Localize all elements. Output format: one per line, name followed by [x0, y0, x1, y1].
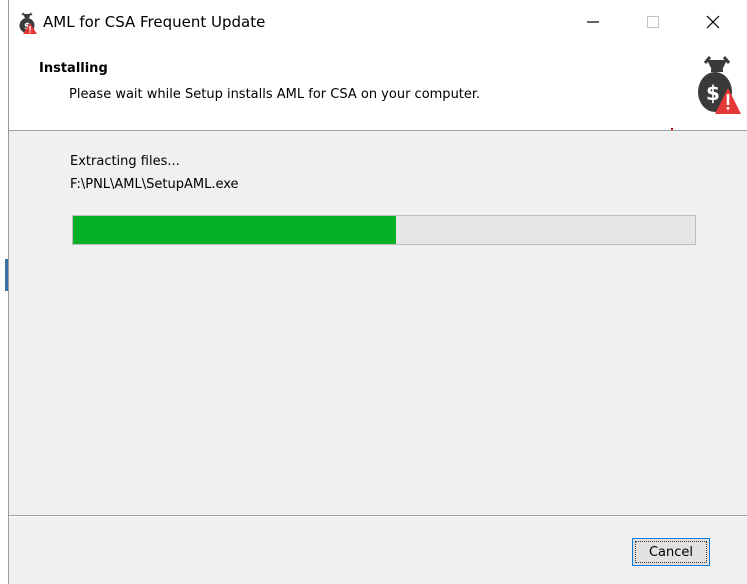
- money-bag-warning-icon: $: [693, 54, 741, 118]
- title-bar[interactable]: $ AML for CSA Frequent Update: [9, 0, 747, 46]
- close-icon: [706, 15, 720, 32]
- minimize-icon: [587, 16, 599, 31]
- page-title: Installing: [39, 61, 108, 76]
- maximize-button[interactable]: [630, 0, 676, 46]
- minimize-button[interactable]: [570, 0, 616, 46]
- footer-divider: [9, 515, 747, 517]
- cancel-button[interactable]: Cancel: [632, 538, 710, 566]
- progress-bar-fill: [73, 216, 397, 244]
- installer-window: $ AML for CSA Frequent Update Installing…: [8, 0, 747, 584]
- status-text: Extracting files...: [70, 154, 180, 169]
- page-subtitle: Please wait while Setup installs AML for…: [69, 87, 481, 102]
- progress-bar: [72, 215, 696, 245]
- money-bag-warning-icon: $: [15, 11, 39, 35]
- svg-text:$: $: [706, 81, 720, 105]
- maximize-icon: [647, 15, 659, 31]
- close-button[interactable]: [690, 0, 736, 46]
- window-title: AML for CSA Frequent Update: [43, 13, 266, 31]
- current-file-path: F:\PNL\AML\SetupAML.exe: [70, 177, 239, 192]
- wizard-header: Installing Please wait while Setup insta…: [9, 46, 747, 131]
- header-marker: [671, 128, 673, 130]
